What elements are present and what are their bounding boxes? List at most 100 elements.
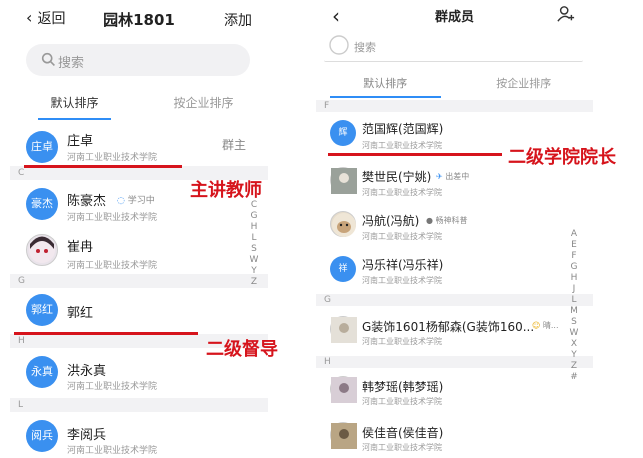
add-button[interactable]: 添加: [224, 10, 252, 30]
member-org: 河南工业职业技术学院: [362, 397, 442, 406]
member-row[interactable]: 侯佳音(侯佳音) 河南工业职业技术学院: [316, 414, 593, 458]
member-org: 河南工业职业技术学院: [362, 188, 442, 197]
index-letter[interactable]: Y: [568, 350, 580, 361]
index-letter[interactable]: A: [568, 229, 580, 240]
avatar: 庄卓: [26, 131, 58, 163]
member-org: 河南工业职业技术学院: [67, 261, 158, 271]
index-letter[interactable]: J: [568, 284, 580, 295]
status-tag: ☺ 晴...: [532, 320, 559, 331]
index-letter[interactable]: H: [248, 222, 260, 233]
index-letter[interactable]: M: [568, 306, 580, 317]
avatar: 豪杰: [26, 188, 58, 220]
avatar: [26, 234, 58, 266]
tab-default-sort[interactable]: 默认排序: [316, 66, 455, 98]
photo-avatar-icon: [331, 168, 357, 194]
index-letter[interactable]: Z: [568, 361, 580, 372]
avatar: 阅兵: [26, 420, 58, 452]
index-letter[interactable]: G: [568, 262, 580, 273]
sort-tabs: 默认排序 按企业排序: [316, 66, 593, 98]
member-org: 河南工业职业技术学院: [362, 141, 442, 150]
tab-label: 按企业排序: [173, 96, 234, 110]
member-org: 河南工业职业技术学院: [67, 446, 158, 456]
page-title: 群成员: [434, 10, 474, 25]
index-letter[interactable]: H: [568, 273, 580, 284]
avatar: [330, 422, 357, 449]
avatar: [330, 211, 356, 237]
index-letter[interactable]: G: [248, 211, 260, 222]
search-box[interactable]: 搜索: [26, 44, 250, 76]
index-letter[interactable]: E: [568, 240, 580, 251]
section-header: F: [316, 100, 593, 112]
avatar: 郭红: [26, 294, 58, 326]
index-letter[interactable]: #: [568, 372, 580, 383]
member-org: 河南工业职业技术学院: [362, 337, 442, 346]
airplane-icon: ✈: [436, 172, 443, 181]
index-letter[interactable]: L: [248, 233, 260, 244]
member-name: 韩梦瑶(韩梦瑶): [362, 380, 444, 394]
status-text: 学习中: [127, 196, 155, 206]
sort-tabs: 默认排序 按企业排序: [10, 84, 268, 120]
search-circle-icon: [329, 35, 349, 55]
member-row[interactable]: 韩梦瑶(韩梦瑶) 河南工业职业技术学院: [316, 370, 593, 414]
member-row[interactable]: 阅兵 李阅兵 河南工业职业技术学院: [10, 412, 268, 458]
avatar: 辉: [330, 120, 356, 146]
left-screen-group-members: ‹ 返回 园林1801 添加 搜索 默认排序 按企业排序 庄卓 庄卓 河南工业职…: [10, 0, 268, 458]
search-box[interactable]: 搜索: [324, 30, 583, 62]
member-name: 陈豪杰: [67, 194, 107, 209]
add-member-icon[interactable]: [557, 5, 575, 23]
index-letter[interactable]: W: [568, 328, 580, 339]
right-screen-group-members: ‹ 群成员 搜索 默认排序 按企业排序 F 辉 范国辉(范国辉) 河南工业职业技…: [316, 0, 593, 458]
member-org: 河南工业职业技术学院: [67, 213, 158, 223]
photo-avatar-icon: [331, 423, 357, 449]
section-header: L: [10, 398, 268, 412]
index-letter[interactable]: F: [568, 251, 580, 262]
member-name: 庄卓: [67, 134, 94, 149]
status-text: 出差中: [445, 172, 470, 181]
annotation-underline-lecturer: [24, 165, 182, 168]
photo-avatar-icon: [331, 377, 357, 403]
index-letter[interactable]: Y: [248, 266, 260, 277]
header: ‹ 返回 园林1801 添加: [10, 0, 268, 36]
member-row[interactable]: 冯航(冯航) ● 畅神科普 河南工业职业技术学院: [316, 206, 593, 250]
member-name: 樊世民(宁姚): [362, 170, 432, 184]
tab-company-sort[interactable]: 按企业排序: [455, 66, 594, 98]
annotation-underline-supervisor: [14, 332, 198, 335]
member-row[interactable]: G装饰1601杨郁森(G装饰160... ☺ 晴... 河南工业职业技术学院: [316, 308, 593, 354]
avatar: [330, 376, 357, 403]
search-placeholder: 搜索: [58, 56, 85, 71]
member-row[interactable]: 祥 冯乐祥(冯乐祥) 河南工业职业技术学院: [316, 250, 593, 294]
avatar: [330, 167, 357, 194]
tab-label: 按企业排序: [496, 77, 552, 90]
member-name: 范国辉(范国辉): [362, 122, 444, 136]
index-letter[interactable]: L: [568, 295, 580, 306]
status-tag: ✈ 出差中: [436, 171, 469, 182]
tab-underline: [38, 118, 111, 120]
member-name: G装饰1601杨郁森(G装饰160...: [362, 320, 535, 334]
section-header: G: [316, 294, 593, 306]
index-letter[interactable]: S: [248, 244, 260, 255]
member-org: 河南工业职业技术学院: [362, 232, 442, 241]
photo-avatar-icon: [331, 317, 357, 343]
emoji-face-icon: ☺: [532, 321, 541, 330]
member-org: 河南工业职业技术学院: [67, 153, 158, 163]
tab-company-sort[interactable]: 按企业排序: [139, 84, 268, 120]
tab-underline: [329, 96, 441, 98]
index-letter[interactable]: S: [568, 317, 580, 328]
annotation-supervisor: 二级督导: [206, 339, 278, 360]
status-text: 晴...: [542, 321, 559, 330]
member-name: 冯乐祥(冯乐祥): [362, 258, 444, 272]
tab-default-sort[interactable]: 默认排序: [10, 84, 139, 120]
tab-label: 默认排序: [50, 96, 99, 110]
chat-bubble-icon: ◌: [117, 196, 125, 206]
section-header: H: [316, 356, 593, 368]
search-icon: [41, 52, 55, 66]
index-letter[interactable]: Z: [248, 277, 260, 288]
index-letter[interactable]: X: [568, 339, 580, 350]
member-org: 河南工业职业技术学院: [362, 276, 442, 285]
annotation-underline-dean: [328, 153, 502, 156]
status-text: 畅神科普: [435, 216, 468, 225]
search-placeholder: 搜索: [354, 41, 376, 54]
status-tag: ● 畅神科普: [426, 215, 468, 226]
member-name: 李阅兵: [67, 428, 107, 443]
index-letter[interactable]: W: [248, 255, 260, 266]
